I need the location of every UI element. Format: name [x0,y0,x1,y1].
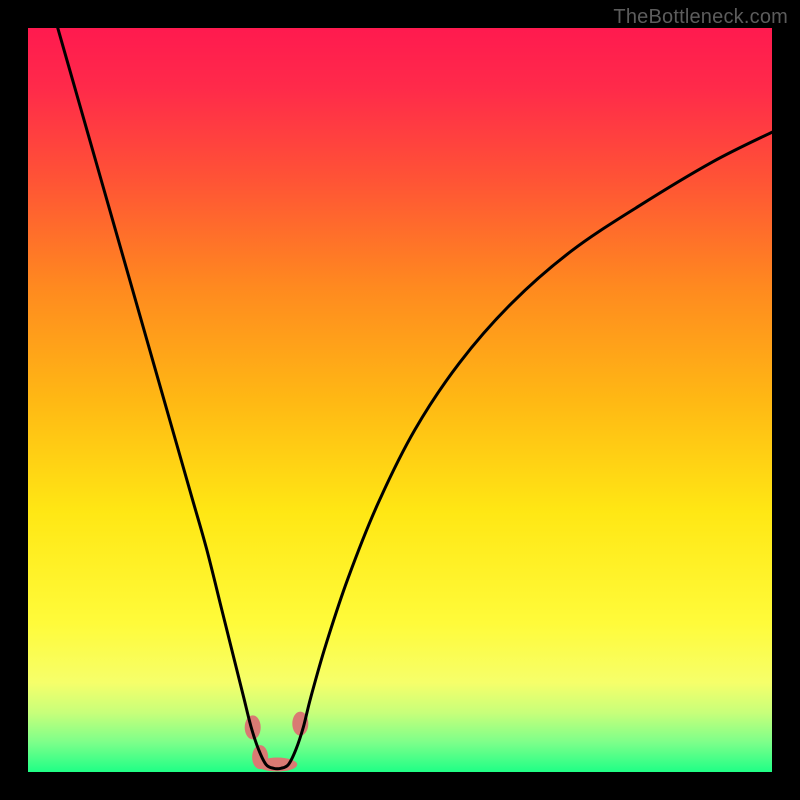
watermark-text: TheBottleneck.com [613,6,788,29]
plot-area [28,28,772,772]
chart-frame: TheBottleneck.com [0,0,800,800]
curve-layer [28,28,772,772]
bottleneck-curve [58,28,772,769]
